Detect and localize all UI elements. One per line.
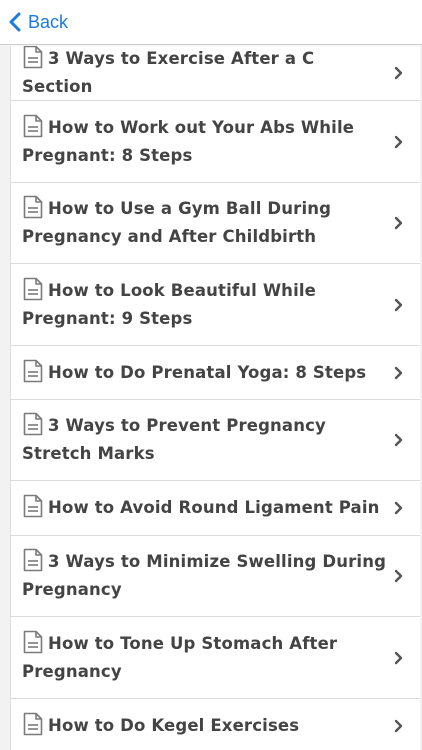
list-item[interactable]: How to Tone Up Stomach After Pregnancy (11, 617, 420, 699)
chevron-left-icon (9, 12, 21, 32)
article-title: How to Work out Your Abs While Pregnant:… (22, 117, 355, 165)
list-item[interactable]: 3 Ways to Prevent Pregnancy Stretch Mark… (11, 400, 420, 481)
list-item[interactable]: 3 Ways to Exercise After a C Section (11, 46, 420, 101)
chevron-right-icon (394, 651, 403, 664)
chevron-right-icon (394, 719, 403, 733)
document-icon (23, 494, 43, 518)
document-icon (23, 412, 43, 436)
article-title: How to Do Kegel Exercises (48, 716, 300, 735)
document-icon (23, 359, 43, 382)
chevron-right-icon (394, 433, 403, 447)
navigation-bar: Back (0, 0, 422, 45)
article-title: 3 Ways to Prevent Pregnancy Stretch Mark… (22, 416, 326, 463)
chevron-right-icon (394, 298, 403, 311)
list-item[interactable]: How to Use a Gym Ball During Pregnancy a… (11, 183, 420, 264)
list-item[interactable]: How to Work out Your Abs While Pregnant:… (11, 101, 420, 183)
list-item[interactable]: 3 Ways to Minimize Swelling During Pregn… (11, 536, 420, 617)
list-item[interactable]: How to Do Kegel Exercises (11, 699, 420, 750)
document-icon (23, 548, 43, 572)
list-item[interactable]: How to Look Beautiful While Pregnant: 9 … (11, 264, 420, 346)
chevron-right-icon (394, 135, 403, 148)
article-list: 3 Ways to Exercise After a C Section How… (10, 46, 420, 750)
back-button[interactable]: Back (8, 8, 68, 36)
article-title: How to Avoid Round Ligament Pain (48, 498, 380, 517)
list-item[interactable]: How to Do Prenatal Yoga: 8 Steps (11, 346, 420, 400)
app-screen: Back 3 Ways to Exercise After a C Sectio… (0, 0, 422, 750)
document-icon (23, 630, 43, 653)
chevron-right-icon (394, 569, 403, 583)
chevron-right-icon (394, 366, 403, 379)
document-icon (23, 195, 43, 219)
article-title: How to Do Prenatal Yoga: 8 Steps (48, 362, 367, 382)
list-item[interactable]: How to Avoid Round Ligament Pain (11, 481, 420, 536)
document-icon (23, 46, 43, 69)
document-icon (23, 114, 43, 137)
article-title: 3 Ways to Minimize Swelling During Pregn… (22, 552, 387, 599)
chevron-right-icon (394, 216, 403, 230)
article-title: How to Tone Up Stomach After Pregnancy (22, 633, 338, 681)
chevron-right-icon (394, 66, 403, 80)
chevron-right-icon (394, 501, 403, 515)
document-icon (23, 277, 43, 300)
article-title: How to Look Beautiful While Pregnant: 9 … (22, 280, 317, 328)
back-label: Back (28, 11, 69, 32)
document-icon (23, 712, 43, 736)
article-title: How to Use a Gym Ball During Pregnancy a… (22, 199, 332, 246)
article-title: 3 Ways to Exercise After a C Section (22, 49, 315, 96)
